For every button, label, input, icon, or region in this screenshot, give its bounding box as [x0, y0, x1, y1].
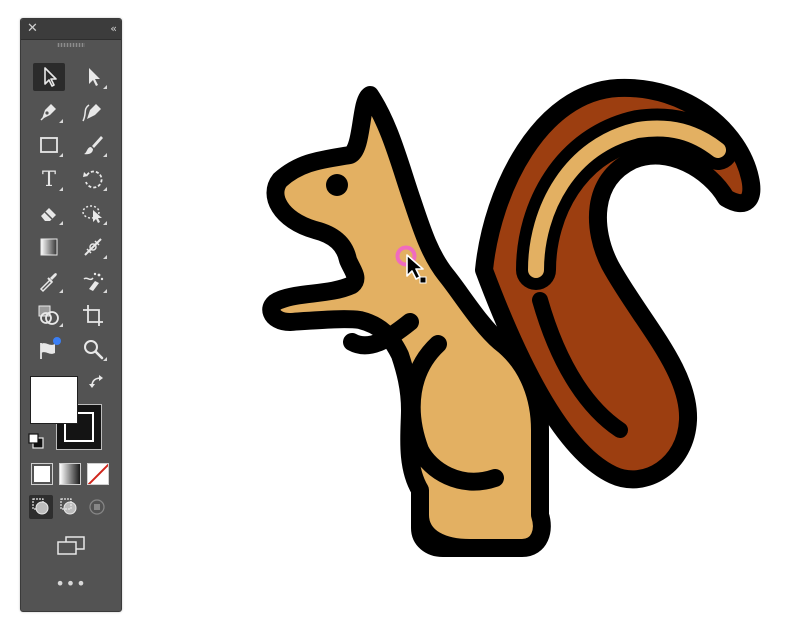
gradient-tool[interactable]: [33, 233, 65, 261]
measure-tool[interactable]: [77, 233, 109, 261]
eyedropper-icon: [39, 273, 57, 293]
selection-arrow-icon: [44, 67, 57, 87]
paintbrush-icon: [84, 136, 103, 155]
type-tool[interactable]: T: [33, 165, 65, 193]
eraser-icon: [41, 208, 56, 221]
draw-behind-icon: [60, 498, 77, 515]
artboard-tool[interactable]: [77, 301, 109, 329]
screen-mode-button[interactable]: [55, 533, 87, 559]
pen-tool[interactable]: [33, 97, 65, 125]
tools-panel: ✕ ‹‹ T •••: [20, 18, 122, 612]
symbol-sprayer-icon: [83, 272, 104, 291]
squirrel-eye: [326, 174, 348, 196]
gradient-icon: [40, 238, 58, 256]
flyout-indicator: [59, 187, 63, 191]
eyedropper-tool[interactable]: [33, 267, 65, 295]
measure-icon: [84, 238, 102, 256]
collapse-panel-button[interactable]: ‹‹: [110, 20, 117, 38]
panel-header[interactable]: ✕ ‹‹: [21, 19, 121, 40]
fill-color-swatch[interactable]: [30, 376, 78, 424]
zoom-tool[interactable]: [77, 335, 109, 363]
flyout-indicator: [59, 119, 63, 123]
flyout-indicator: [103, 357, 107, 361]
paintbrush-tool[interactable]: [77, 131, 109, 159]
recolor-icon: [40, 337, 61, 359]
symbol-sprayer-tool[interactable]: [77, 267, 109, 295]
flyout-indicator: [59, 289, 63, 293]
flyout-indicator: [59, 153, 63, 157]
flyout-indicator: [103, 85, 107, 89]
curvature-pen-icon: [82, 104, 101, 122]
color-mode-button[interactable]: [31, 463, 53, 485]
none-mode-button[interactable]: [87, 463, 109, 485]
artboard-icon: [83, 305, 103, 326]
default-fill-stroke-button[interactable]: [27, 432, 45, 450]
eraser-tool[interactable]: [33, 199, 65, 227]
flyout-indicator: [103, 153, 107, 157]
shape-builder-tool[interactable]: [33, 301, 65, 329]
pen-icon: [40, 104, 56, 121]
rectangle-tool[interactable]: [33, 131, 65, 159]
default-colors-icon: [28, 433, 44, 449]
swap-fill-stroke-button[interactable]: [87, 373, 107, 393]
flyout-indicator: [59, 323, 63, 327]
direct-selection-tool[interactable]: [77, 63, 109, 91]
squirrel-illustration[interactable]: [240, 67, 780, 600]
rotate-icon: [83, 170, 103, 189]
flyout-indicator: [103, 221, 107, 225]
rotate-tool[interactable]: [77, 165, 109, 193]
flyout-indicator: [103, 255, 107, 259]
recolor-tool[interactable]: [33, 335, 65, 363]
shape-builder-icon: [38, 305, 59, 325]
edit-toolbar-button[interactable]: •••: [21, 576, 121, 595]
flyout-indicator: [59, 221, 63, 225]
draw-inside-icon: [89, 499, 105, 515]
curvature-tool[interactable]: [77, 97, 109, 125]
draw-normal-button[interactable]: [29, 495, 53, 519]
draw-normal-icon: [32, 498, 49, 515]
flyout-indicator: [103, 187, 107, 191]
draw-behind-button[interactable]: [57, 495, 81, 519]
direct-selection-arrow-icon: [89, 68, 100, 86]
gradient-mode-button[interactable]: [59, 463, 81, 485]
panel-grip[interactable]: [57, 43, 85, 47]
screen-mode-icon: [57, 536, 85, 555]
blue-badge-dot: [53, 337, 61, 345]
flyout-indicator: [103, 289, 107, 293]
zoom-icon: [84, 340, 104, 360]
puppet-warp-tool[interactable]: [77, 199, 109, 227]
draw-inside-button: [85, 495, 109, 519]
selection-tool[interactable]: [33, 63, 65, 91]
puppet-warp-icon: [82, 205, 102, 223]
swap-arrow-icon: [89, 375, 103, 388]
close-panel-button[interactable]: ✕: [27, 20, 38, 38]
rectangle-icon: [40, 137, 58, 153]
canvas-artboard[interactable]: [240, 67, 780, 600]
